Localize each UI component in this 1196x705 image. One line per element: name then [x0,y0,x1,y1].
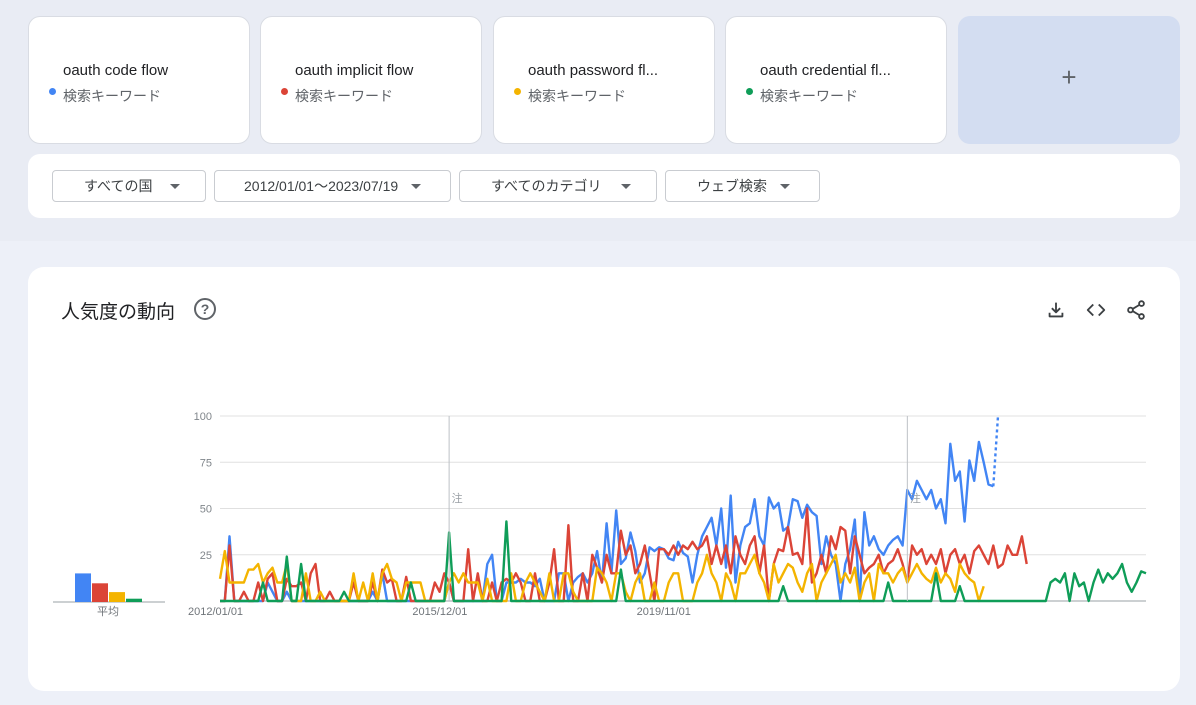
caret-down-icon [170,184,180,189]
add-comparison-button[interactable]: + [958,16,1180,144]
series-partial-line [992,415,1000,487]
average-bar [109,592,125,602]
panel-title: 人気度の動向 [61,302,176,323]
x-tick-label: 2015/12/01 [412,606,467,618]
term-color-dot [746,88,753,95]
y-tick-label: 50 [200,504,212,516]
term-color-dot [49,88,56,95]
series-line [220,520,1147,603]
term-type: 検索キーワード [63,88,161,104]
average-label: 平均 [97,605,119,617]
filter-bar: すべての国 2012/01/01〜2023/07/19 すべてのカテゴリ ウェブ… [28,154,1180,218]
download-icon[interactable] [1045,299,1067,321]
date-range-filter-dropdown[interactable]: 2012/01/01〜2023/07/19 [214,170,451,202]
date-range-filter-label: 2012/01/01〜2023/07/19 [244,178,399,194]
term-title: oauth code flow [63,62,169,79]
note-marker-label: 注 [452,491,463,505]
term-title: oauth implicit flow [295,62,414,79]
average-bar [126,598,142,602]
trend-line-chart: 100 75 50 25 注 注 2012/01/01 2015/12/01 2019/11/0… [188,411,1147,618]
term-color-dot [514,88,521,95]
y-tick-label: 25 [200,550,212,562]
average-bar [75,573,91,602]
search-term-card-2[interactable]: oauth implicit flow 検索キーワード [260,16,482,144]
help-icon[interactable]: ? [194,298,216,320]
search-type-filter-label: ウェブ検索 [697,178,767,194]
caret-down-icon [411,184,421,189]
y-tick-label: 100 [194,411,212,423]
category-filter-dropdown[interactable]: すべてのカテゴリ [459,170,657,202]
term-type: 検索キーワード [760,88,858,104]
region-filter-dropdown[interactable]: すべての国 [52,170,206,202]
note-marker-label: 注 [910,491,921,505]
x-tick-label: 2019/11/01 [637,606,691,618]
search-term-card-4[interactable]: oauth credential fl... 検索キーワード [725,16,947,144]
search-term-card-3[interactable]: oauth password fl... 検索キーワード [493,16,715,144]
average-bar-chart: 平均 [53,573,165,617]
term-type: 検索キーワード [528,88,626,104]
term-title: oauth credential fl... [760,62,891,79]
region-filter-label: すべての国 [84,178,153,194]
embed-code-icon[interactable] [1085,299,1107,321]
y-tick-label: 75 [200,457,212,469]
interest-over-time-panel: 人気度の動向 ? 平均 100 75 50 25 注 注 2012/01/01 2015/12… [28,267,1180,691]
term-title: oauth password fl... [528,62,659,79]
term-color-dot [281,88,288,95]
x-tick-label: 2012/01/01 [188,606,243,618]
category-filter-label: すべてのカテゴリ [491,178,602,194]
share-icon[interactable] [1125,299,1147,321]
plus-icon: + [1061,62,1077,92]
average-bar [92,583,108,602]
search-term-card-1[interactable]: oauth code flow 検索キーワード [28,16,250,144]
caret-down-icon [780,184,790,189]
search-type-filter-dropdown[interactable]: ウェブ検索 [665,170,820,202]
caret-down-icon [621,184,631,189]
term-type: 検索キーワード [295,88,393,104]
